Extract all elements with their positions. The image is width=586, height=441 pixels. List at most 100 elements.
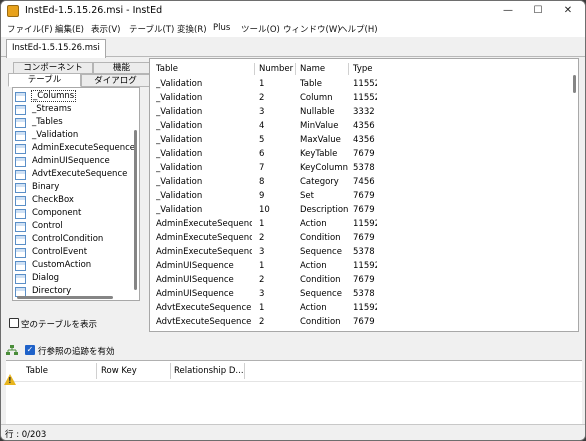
column-header-number[interactable]: Number xyxy=(259,64,293,74)
tree-item[interactable]: Binary xyxy=(15,182,60,195)
grid-row[interactable]: _Validation 8 Category 7456 xyxy=(150,177,578,191)
grid-row[interactable]: _Validation 7 KeyColumn 5378 xyxy=(150,163,578,177)
table-list[interactable]: _Columns _Streams _Tables _Validation Ad… xyxy=(12,87,140,301)
grid-row[interactable]: AdminExecuteSequence 1 Action 11592 xyxy=(150,219,578,233)
tree-item[interactable]: _Validation xyxy=(15,130,79,143)
grid-row[interactable]: AdminUISequence 3 Sequence 5378 xyxy=(150,289,578,303)
cell-name: Condition xyxy=(300,233,341,243)
menu-help[interactable]: ヘルプ(H) xyxy=(339,23,378,35)
cell-name: Action xyxy=(300,219,327,229)
tree-item-label: Binary xyxy=(32,182,60,192)
minimize-button[interactable]: — xyxy=(493,1,523,21)
menu-table[interactable]: テーブル(T) xyxy=(129,23,174,35)
menu-window[interactable]: ウィンドウ(W) xyxy=(283,23,341,35)
maximize-button[interactable]: ☐ xyxy=(523,1,553,21)
tree-horizontal-scrollbar[interactable] xyxy=(17,296,113,299)
tree-item-label: AdvtExecuteSequence xyxy=(32,169,128,179)
menu-plus[interactable]: Plus xyxy=(213,23,230,33)
cell-number: 3 xyxy=(259,107,265,117)
tree-item[interactable]: CheckBox xyxy=(15,195,75,208)
tree-vertical-scrollbar[interactable] xyxy=(134,130,137,290)
table-icon xyxy=(15,170,26,180)
tab-dialogs[interactable]: ダイアログ xyxy=(81,74,150,87)
document-tabstrip: InstEd-1.5.15.26.msi xyxy=(1,37,585,58)
cell-number: 5 xyxy=(259,135,265,145)
tab-tables[interactable]: テーブル xyxy=(8,73,81,87)
cell-type: 5378 xyxy=(353,289,375,299)
cell-type: 11552 xyxy=(353,93,377,103)
close-button[interactable]: ✕ xyxy=(553,1,583,21)
tree-item-label: CheckBox xyxy=(32,195,74,205)
tree-item[interactable]: Dialog xyxy=(15,273,60,286)
column-header-type[interactable]: Type xyxy=(353,64,373,74)
relations-header-row-key[interactable]: Row Key xyxy=(101,366,137,376)
grid-row[interactable]: _Validation 2 Column 11552 xyxy=(150,93,578,107)
document-tab[interactable]: InstEd-1.5.15.26.msi xyxy=(6,39,106,58)
grid-row[interactable]: AdminUISequence 2 Condition 7679 xyxy=(150,275,578,289)
cell-number: 1 xyxy=(259,303,265,313)
grid-row[interactable]: _Validation 5 MaxValue 4356 xyxy=(150,135,578,149)
cell-number: 2 xyxy=(259,275,265,285)
tab-features[interactable]: 機能 xyxy=(93,62,150,74)
show-empty-tables-checkbox[interactable] xyxy=(9,318,19,328)
cell-type: 11592 xyxy=(353,219,377,229)
tree-item[interactable]: AdminUISequence xyxy=(15,156,111,169)
table-icon xyxy=(15,222,26,232)
grid-row[interactable]: _Validation 9 Set 7679 xyxy=(150,191,578,205)
follow-references-checkbox[interactable]: ✓ xyxy=(25,345,35,355)
title-bar[interactable]: InstEd-1.5.15.26.msi - InstEd — ☐ ✕ xyxy=(1,1,585,21)
grid-row[interactable]: _Validation 10 Description 7679 xyxy=(150,205,578,219)
column-header-name[interactable]: Name xyxy=(300,64,325,74)
grid-row[interactable]: _Validation 4 MinValue 4356 xyxy=(150,121,578,135)
column-divider[interactable] xyxy=(170,363,171,379)
relations-header-table[interactable]: Table xyxy=(26,366,48,376)
tree-item[interactable]: _Columns xyxy=(15,90,77,104)
tree-item[interactable]: ControlCondition xyxy=(15,234,104,247)
tree-item[interactable]: _Streams xyxy=(15,104,72,117)
cell-table: _Validation xyxy=(156,107,203,117)
menu-tools[interactable]: ツール(O) xyxy=(241,23,280,35)
tree-item-label: _Tables xyxy=(32,117,63,127)
tree-item[interactable]: CustomAction xyxy=(15,260,92,273)
cell-table: _Validation xyxy=(156,149,203,159)
column-header-table[interactable]: Table xyxy=(156,64,178,74)
tree-item[interactable]: Component xyxy=(15,208,82,221)
column-divider[interactable] xyxy=(348,63,349,75)
grid-row[interactable]: _Validation 1 Table 11552 xyxy=(150,79,578,93)
column-divider[interactable] xyxy=(254,63,255,75)
column-divider[interactable] xyxy=(244,363,245,379)
menu-file[interactable]: ファイル(F) xyxy=(7,23,53,35)
grid-vertical-scrollbar[interactable] xyxy=(573,75,576,93)
grid-row[interactable]: _Validation 3 Nullable 3332 xyxy=(150,107,578,121)
relations-grid[interactable]: Table Row Key Relationship D... xyxy=(6,360,582,424)
row-count-status: 行 : 0/203 xyxy=(5,430,47,440)
column-divider[interactable] xyxy=(96,363,97,379)
menu-edit[interactable]: 編集(E) xyxy=(55,23,84,35)
grid-row[interactable]: AdvtExecuteSequence 1 Action 11592 xyxy=(150,303,578,317)
tree-item[interactable]: Control xyxy=(15,221,64,234)
cell-name: MinValue xyxy=(300,121,339,131)
grid-row[interactable]: _Validation 6 KeyTable 7679 xyxy=(150,149,578,163)
menu-view[interactable]: 表示(V) xyxy=(91,23,120,35)
grid-row[interactable]: AdminExecuteSequence 2 Condition 7679 xyxy=(150,233,578,247)
tree-item[interactable]: _Tables xyxy=(15,117,64,130)
menu-transform[interactable]: 変換(R) xyxy=(177,23,207,35)
tree-item[interactable]: AdvtExecuteSequence xyxy=(15,169,128,182)
tree-item[interactable]: ControlEvent xyxy=(15,247,88,260)
grid-row[interactable]: AdminExecuteSequence 3 Sequence 5378 xyxy=(150,247,578,261)
tree-item[interactable]: AdminExecuteSequence xyxy=(15,143,136,156)
table-icon xyxy=(15,235,26,245)
cell-table: AdminUISequence xyxy=(156,275,234,285)
tree-item-label: _Streams xyxy=(32,104,72,114)
grid-row[interactable]: AdminUISequence 1 Action 11592 xyxy=(150,261,578,275)
grid-header: Table Number Name Type xyxy=(150,59,578,79)
tree-item-label: Component xyxy=(32,208,82,218)
grid-row[interactable]: AdvtExecuteSequence 2 Condition 7679 xyxy=(150,317,578,331)
cell-type: 7679 xyxy=(353,317,375,327)
relations-header-relationship[interactable]: Relationship D... xyxy=(174,366,244,376)
table-data-grid[interactable]: Table Number Name Type _Validation 1 Tab… xyxy=(149,58,579,332)
column-divider[interactable] xyxy=(295,63,296,75)
cell-number: 10 xyxy=(259,205,270,215)
status-bar: 行 : 0/203 xyxy=(1,424,585,440)
cell-table: _Validation xyxy=(156,191,203,201)
